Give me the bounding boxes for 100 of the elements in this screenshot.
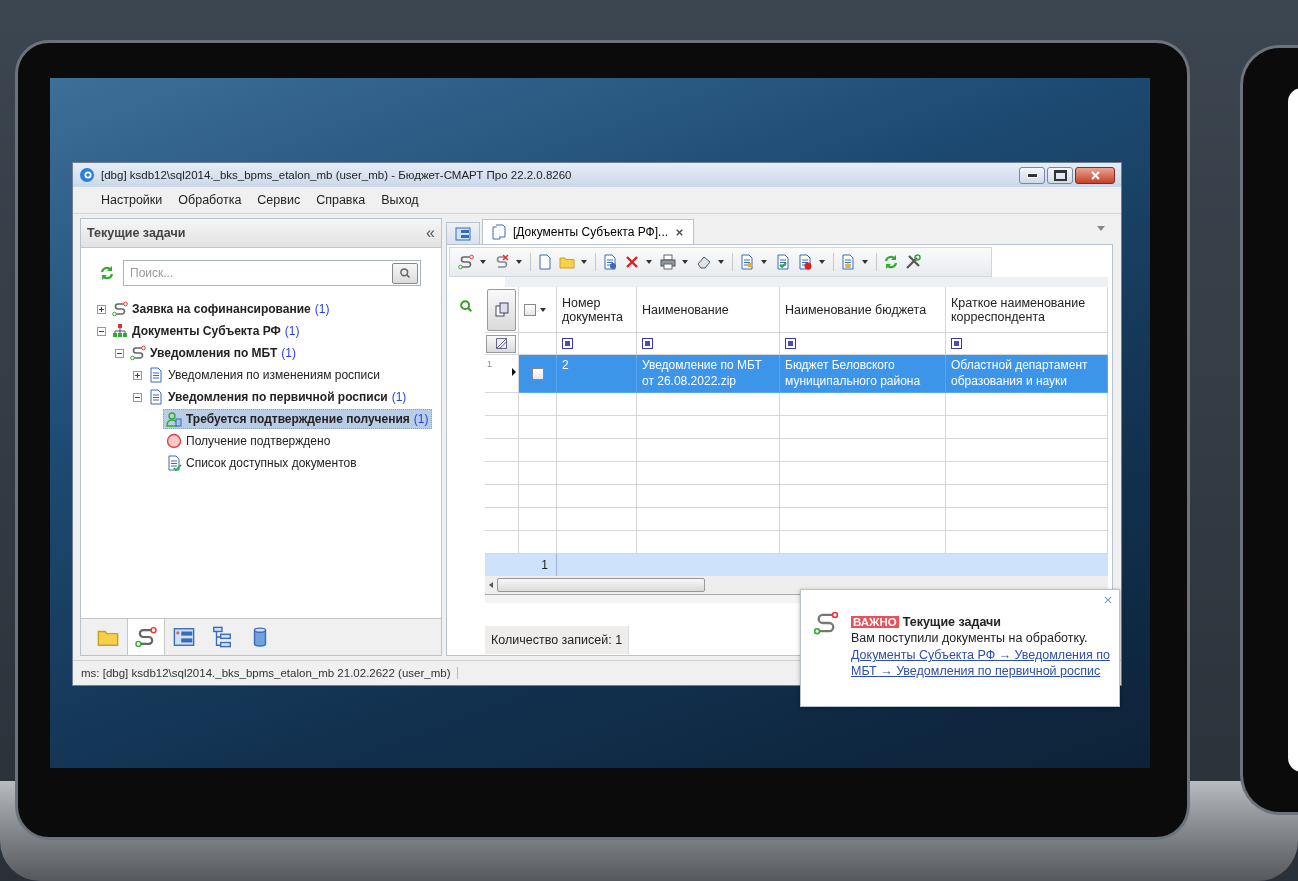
caret-icon[interactable] [761, 260, 767, 264]
table-cell [519, 462, 557, 485]
search-field[interactable]: Поиск... [124, 262, 392, 284]
tree-icon[interactable] [211, 626, 233, 648]
notification-link[interactable]: Документы Субъекта РФ → Уведомления по МБТ → Уведомления по первичной роспис [851, 647, 1111, 679]
document-warning-icon[interactable] [840, 254, 856, 270]
filter-toggle-icon[interactable] [951, 338, 962, 349]
table-cell [485, 439, 519, 462]
tree-item-label: Уведомления по МБТ [150, 346, 278, 360]
menu-item[interactable]: Настройки [93, 189, 171, 211]
table-cell [519, 485, 557, 508]
search-icon[interactable] [459, 299, 473, 313]
select-all-checkbox[interactable] [524, 303, 536, 316]
tree-item-count: (1) [281, 346, 296, 360]
expander-icon[interactable] [133, 370, 142, 380]
document-key-icon[interactable] [739, 254, 755, 270]
cross-icon[interactable] [624, 254, 640, 270]
table-row[interactable]: 1 2 Уведомление по МБТ от 26.08.2022.zip Бюджет Беловского муниципального района Областной департамент образования и науки [485, 355, 1108, 393]
tree-item[interactable]: Уведомления по изменениям росписи [145, 365, 383, 385]
route-icon[interactable] [135, 626, 157, 648]
search-box[interactable]: Поиск... [123, 260, 421, 286]
page-icon[interactable] [537, 254, 553, 270]
tree-item-label: Требуется подтверждение получения [186, 412, 410, 426]
column-header[interactable]: Наименование [637, 287, 780, 333]
caret-icon[interactable] [718, 260, 724, 264]
search-icon[interactable] [399, 267, 411, 279]
caret-icon[interactable] [646, 260, 652, 264]
document-tab[interactable] [446, 222, 480, 244]
tree-item-label: Список доступных документов [186, 456, 357, 470]
columns-icon [493, 301, 510, 318]
table-cell [519, 508, 557, 531]
column-header[interactable]: Номер документа [557, 287, 637, 333]
expander-icon[interactable] [115, 348, 124, 358]
column-header[interactable]: Наименование бюджета [780, 287, 946, 333]
tree-item[interactable]: Требуется подтверждение получения (1) [163, 409, 432, 429]
tree-item-count: (1) [413, 412, 429, 426]
table-cell: Уведомление по МБТ от 26.08.2022.zip [637, 355, 780, 393]
caret-icon[interactable] [516, 260, 522, 264]
route-cross-icon[interactable] [494, 254, 510, 270]
column-header[interactable]: Краткое наименование корреспондента [946, 287, 1108, 333]
circle-icon [166, 433, 182, 449]
expander-icon[interactable] [97, 304, 106, 314]
dropdown-caret-icon[interactable] [1097, 226, 1105, 231]
table-cell [519, 416, 557, 439]
caret-icon[interactable] [480, 260, 486, 264]
filter-toggle-icon[interactable] [785, 338, 796, 349]
refresh-icon[interactable] [883, 254, 899, 270]
status-text: ms: [dbg] ksdb12\sql2014._bks_bpms_etalon_mb 21.02.2622 (user_mb) [81, 667, 458, 679]
tree-item[interactable]: Уведомления по МБТ (1) [127, 343, 299, 363]
table-cell [485, 485, 519, 508]
row-checkbox[interactable] [531, 367, 544, 380]
filter-button[interactable] [486, 334, 516, 353]
table-cell [485, 416, 519, 439]
table-cell: Областной департамент образования и науки [946, 355, 1108, 393]
caret-icon[interactable] [819, 260, 825, 264]
caret-icon[interactable] [862, 260, 868, 264]
minimize-button[interactable] [1019, 166, 1045, 184]
menu-item[interactable]: Обработка [170, 189, 250, 211]
column-chooser-button[interactable] [487, 288, 516, 331]
menu-item[interactable]: Выход [373, 189, 427, 211]
eraser-icon[interactable] [696, 254, 712, 270]
menu-item[interactable]: Сервис [249, 189, 309, 211]
menu-item[interactable]: Справка [308, 189, 374, 211]
document-icon [148, 389, 164, 405]
table-cell: 2 [557, 355, 637, 393]
filter-toggle-icon[interactable] [562, 338, 573, 349]
close-button[interactable] [1075, 166, 1115, 184]
panel-tab[interactable] [127, 619, 165, 655]
expander-icon[interactable] [133, 392, 142, 402]
tree-item[interactable]: Заявка на софинансирование (1) [109, 299, 333, 319]
tree-item[interactable]: Список доступных документов [163, 453, 360, 473]
table-cell [485, 508, 519, 531]
document-info-icon[interactable] [602, 254, 618, 270]
caret-icon[interactable] [581, 260, 587, 264]
panel-icon[interactable] [173, 626, 195, 648]
route-icon[interactable] [458, 254, 474, 270]
caret-icon[interactable] [540, 307, 546, 312]
table-cell [485, 462, 519, 485]
document-tab[interactable]: [Документы Субъекта РФ]... [482, 219, 695, 244]
document-check-icon[interactable] [775, 254, 791, 270]
filter-toggle-icon[interactable] [642, 338, 653, 349]
tools-icon[interactable] [905, 254, 921, 270]
table-cell [485, 393, 519, 416]
maximize-button[interactable] [1047, 166, 1073, 184]
tree-item[interactable]: Документы Субъекта РФ (1) [109, 321, 303, 341]
search-button[interactable] [392, 262, 418, 284]
app-icon [79, 167, 95, 183]
tree-item[interactable]: Уведомления по первичной росписи (1) [145, 387, 410, 407]
route-icon [112, 301, 128, 317]
expander-icon[interactable] [97, 326, 106, 336]
printer-icon[interactable] [660, 254, 676, 270]
tree-item-label: Уведомления по первичной росписи [168, 390, 388, 404]
tree-item[interactable]: Получение подтверждено [163, 431, 334, 451]
collapse-button[interactable]: « [426, 224, 435, 242]
refresh-icon[interactable] [99, 265, 115, 281]
table-cell [519, 393, 557, 416]
caret-icon[interactable] [682, 260, 688, 264]
route-icon [130, 345, 146, 361]
document-stop-icon[interactable] [797, 254, 813, 270]
tree-item-label: Заявка на софинансирование [132, 302, 311, 316]
